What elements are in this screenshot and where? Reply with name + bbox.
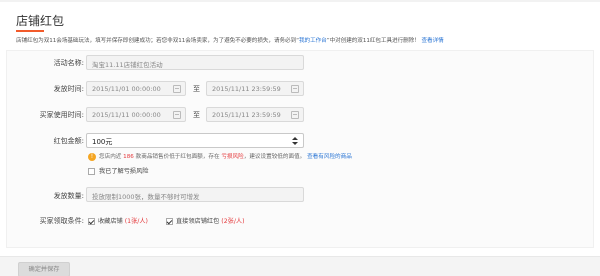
- page-header: 店铺红包 店铺红包为双11会场基础玩法，填写并保存即创建成功；若您非双11会场卖…: [6, 8, 594, 48]
- notice-text-before: 店铺红包为双11会场基础玩法，填写并保存即创建成功；若您非双11会场卖家，为了避…: [16, 38, 299, 44]
- quantity-placeholder: 投放限制1000张，数量不够时可增发: [92, 193, 200, 201]
- notice-text-after: ”中对创建的双11红包工具进行删除！: [326, 38, 420, 44]
- select-arrows-icon: [292, 136, 298, 146]
- acknowledge-row[interactable]: 我已了解亏损风险: [88, 166, 149, 175]
- activity-name-label: 活动名称:: [53, 59, 84, 67]
- calendar-icon[interactable]: [173, 111, 181, 119]
- direct-claim-checkbox[interactable]: [166, 217, 173, 225]
- acknowledge-checkbox[interactable]: [88, 167, 95, 175]
- use-start-field[interactable]: 2015/11/11 00:00:00: [86, 107, 186, 122]
- quantity-label: 发放数量:: [53, 192, 84, 200]
- conditions-label: 买家领取条件:: [39, 217, 84, 225]
- calendar-icon[interactable]: [291, 111, 299, 119]
- issue-time-separator: 至: [193, 85, 200, 93]
- save-button[interactable]: 确定并保存: [18, 262, 70, 276]
- footer-bar: 确定并保存: [0, 256, 600, 276]
- activity-name-field[interactable]: 淘宝11.11店铺红包活动: [86, 55, 304, 70]
- favorite-shop-checkbox[interactable]: [88, 217, 95, 225]
- title-underline: [16, 30, 44, 32]
- calendar-icon[interactable]: [291, 85, 299, 93]
- workbench-link[interactable]: 我的工作台: [299, 38, 327, 44]
- issue-start-value: 2015/11/01 00:00:00: [92, 85, 161, 93]
- risk-warning: ! 您店内近 186 款商品销售价低于红包面额，存在 亏损风险，建议设置较低的面值…: [88, 152, 352, 161]
- use-time-label: 买家使用时间:: [39, 111, 84, 119]
- top-strip: [0, 0, 600, 2]
- activity-name-value: 淘宝11.11店铺红包活动: [92, 61, 163, 69]
- condition-qty: (2张/人): [221, 218, 245, 225]
- condition-favorite-shop[interactable]: 收藏店铺 (1张/人): [88, 216, 148, 225]
- issue-start-field[interactable]: 2015/11/01 00:00:00: [86, 81, 186, 96]
- use-time-separator: 至: [193, 111, 200, 119]
- quantity-field[interactable]: 投放限制1000张，数量不够时可增发: [86, 187, 304, 202]
- details-link[interactable]: 查看详情: [422, 38, 444, 44]
- amount-label: 红包金额:: [53, 137, 84, 145]
- calendar-icon[interactable]: [173, 85, 181, 93]
- acknowledge-label: 我已了解亏损风险: [99, 168, 149, 175]
- warning-risk: 亏损风险: [221, 154, 244, 160]
- condition-direct-claim[interactable]: 直接领店铺红包 (2张/人): [166, 216, 245, 225]
- page-title: 店铺红包: [16, 14, 65, 28]
- use-end-field[interactable]: 2015/11/11 23:59:59: [206, 107, 304, 122]
- issue-time-label: 发放时间:: [53, 85, 84, 93]
- condition-qty: (1张/人): [124, 218, 148, 225]
- use-end-value: 2015/11/11 23:59:59: [212, 111, 281, 119]
- warning-icon: !: [88, 152, 96, 161]
- condition-label: 收藏店铺: [98, 218, 123, 225]
- warning-text-after: ，建议设置较低的面值。: [243, 154, 306, 160]
- warning-count: 186: [123, 154, 134, 160]
- use-start-value: 2015/11/11 00:00:00: [92, 111, 161, 119]
- issue-end-value: 2015/11/11 23:59:59: [212, 85, 281, 93]
- warning-text-before: 您店内近: [99, 154, 122, 160]
- condition-label: 直接领店铺红包: [176, 218, 220, 225]
- view-risky-items-link[interactable]: 查看有风险的商品: [307, 154, 352, 160]
- amount-selected-value: 100元: [92, 138, 113, 146]
- warning-text-mid: 款商品销售价低于红包面额，存在: [135, 154, 220, 160]
- notice-text: 店铺红包为双11会场基础玩法，填写并保存即创建成功；若您非双11会场卖家，为了避…: [16, 36, 444, 44]
- amount-select[interactable]: 100元: [86, 133, 304, 148]
- issue-end-field[interactable]: 2015/11/11 23:59:59: [206, 81, 304, 96]
